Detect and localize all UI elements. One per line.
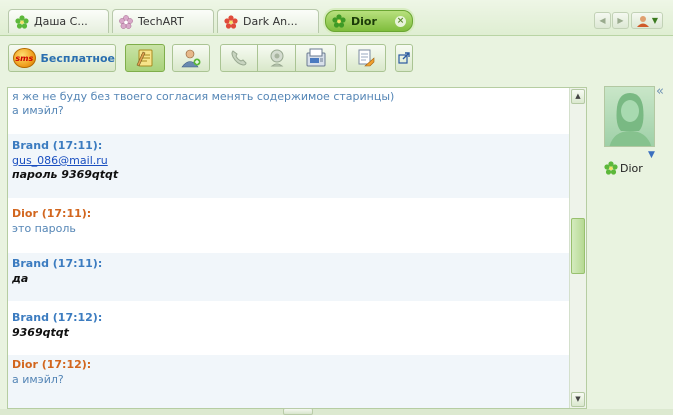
tab-dior[interactable]: Dior × [325,10,413,32]
tab-scroll-left-button[interactable]: ◀ [594,12,611,29]
message-text: а имэйл? [12,104,64,117]
popout-button[interactable] [395,44,413,72]
default-avatar-icon [609,93,652,146]
user-add-icon [181,49,201,68]
message-item: Brand (17:11): да [8,253,570,301]
sms-button-label: Бесплатное [40,51,115,65]
flower-green-icon [332,14,346,28]
close-tab-icon[interactable]: × [395,15,406,27]
scroll-up-button[interactable]: ▲ [571,89,585,104]
message-item: я же не буду без твоего согласия менять … [8,88,570,134]
call-button[interactable] [220,44,258,72]
phone-icon [231,50,247,66]
message-sender: Brand (17:11): [12,257,103,270]
contact-info-button[interactable] [172,44,210,72]
send-file-button[interactable] [346,44,386,72]
tab-scroll-right-button[interactable]: ▶ [612,12,629,29]
message-input-area[interactable] [0,409,673,415]
avatar-menu-chevron-icon[interactable]: ▼ [648,150,655,160]
tab-label: Даша С... [34,15,88,28]
send-file-icon [358,49,375,67]
message-text: да [12,272,29,285]
message-text: 9369qtqt [12,326,69,339]
message-list: я же не буду без твоего согласия менять … [8,88,570,408]
message-sender: Brand (17:11): [12,139,103,152]
tab-dark-an[interactable]: Dark An... [217,9,319,33]
scroll-thumb[interactable] [571,218,585,274]
popout-icon [398,52,410,64]
contact-name: Dior [620,161,643,175]
message-item: Brand (17:11): gus_086@mail.ru пароль 93… [8,134,570,198]
scroll-down-button[interactable]: ▼ [571,392,585,407]
tab-dasha[interactable]: Даша С... [8,9,109,33]
tab-bar: Даша С... TechART Dark An... Dior × ◀ ▶ … [0,0,673,36]
chat-history[interactable]: я же не буду без твоего согласия менять … [7,87,587,409]
notepad-icon [136,49,153,67]
chevron-down-icon: ▼ [651,16,659,25]
contact-status: Dior [604,161,643,175]
webcam-icon [270,49,283,67]
collapse-panel-icon[interactable]: « [656,84,664,99]
tab-techart[interactable]: TechART [112,9,214,33]
tab-label: Dark An... [243,15,298,28]
video-call-button[interactable] [258,44,296,72]
message-item: Dior (17:11): это пароль [8,198,570,253]
tab-label: TechART [138,15,184,28]
flower-green-icon [604,161,618,175]
chat-scrollbar[interactable]: ▲ ▼ [569,88,586,408]
avatar[interactable] [604,86,655,147]
message-text: пароль 9369qtqt [12,168,119,181]
toolbar: sms Бесплатное [0,37,673,81]
message-sender: Dior (17:12): [12,358,92,371]
splitter-handle[interactable] [283,408,313,415]
user-icon [636,15,649,27]
tab-label: Dior [351,14,377,28]
message-text: а имэйл? [12,373,64,386]
fax-icon [306,48,325,67]
fax-button[interactable] [296,44,336,72]
free-sms-button[interactable]: sms Бесплатное [8,44,116,72]
contact-menu-button[interactable]: ▼ [631,12,663,29]
message-item: Brand (17:12): 9369qtqt [8,301,570,355]
flower-red-icon [224,14,238,29]
flower-pink-icon [119,14,133,29]
message-sender: Dior (17:11): [12,207,92,220]
message-text: я же не буду без твоего согласия менять … [12,90,395,103]
message-item: Dior (17:12): а имэйл? [8,355,570,408]
message-sender: Brand (17:12): [12,311,103,324]
notes-button[interactable] [125,44,165,72]
message-text: это пароль [12,222,76,235]
flower-green-icon [15,14,29,29]
email-link[interactable]: gus_086@mail.ru [12,154,108,167]
sms-icon: sms [13,48,36,68]
